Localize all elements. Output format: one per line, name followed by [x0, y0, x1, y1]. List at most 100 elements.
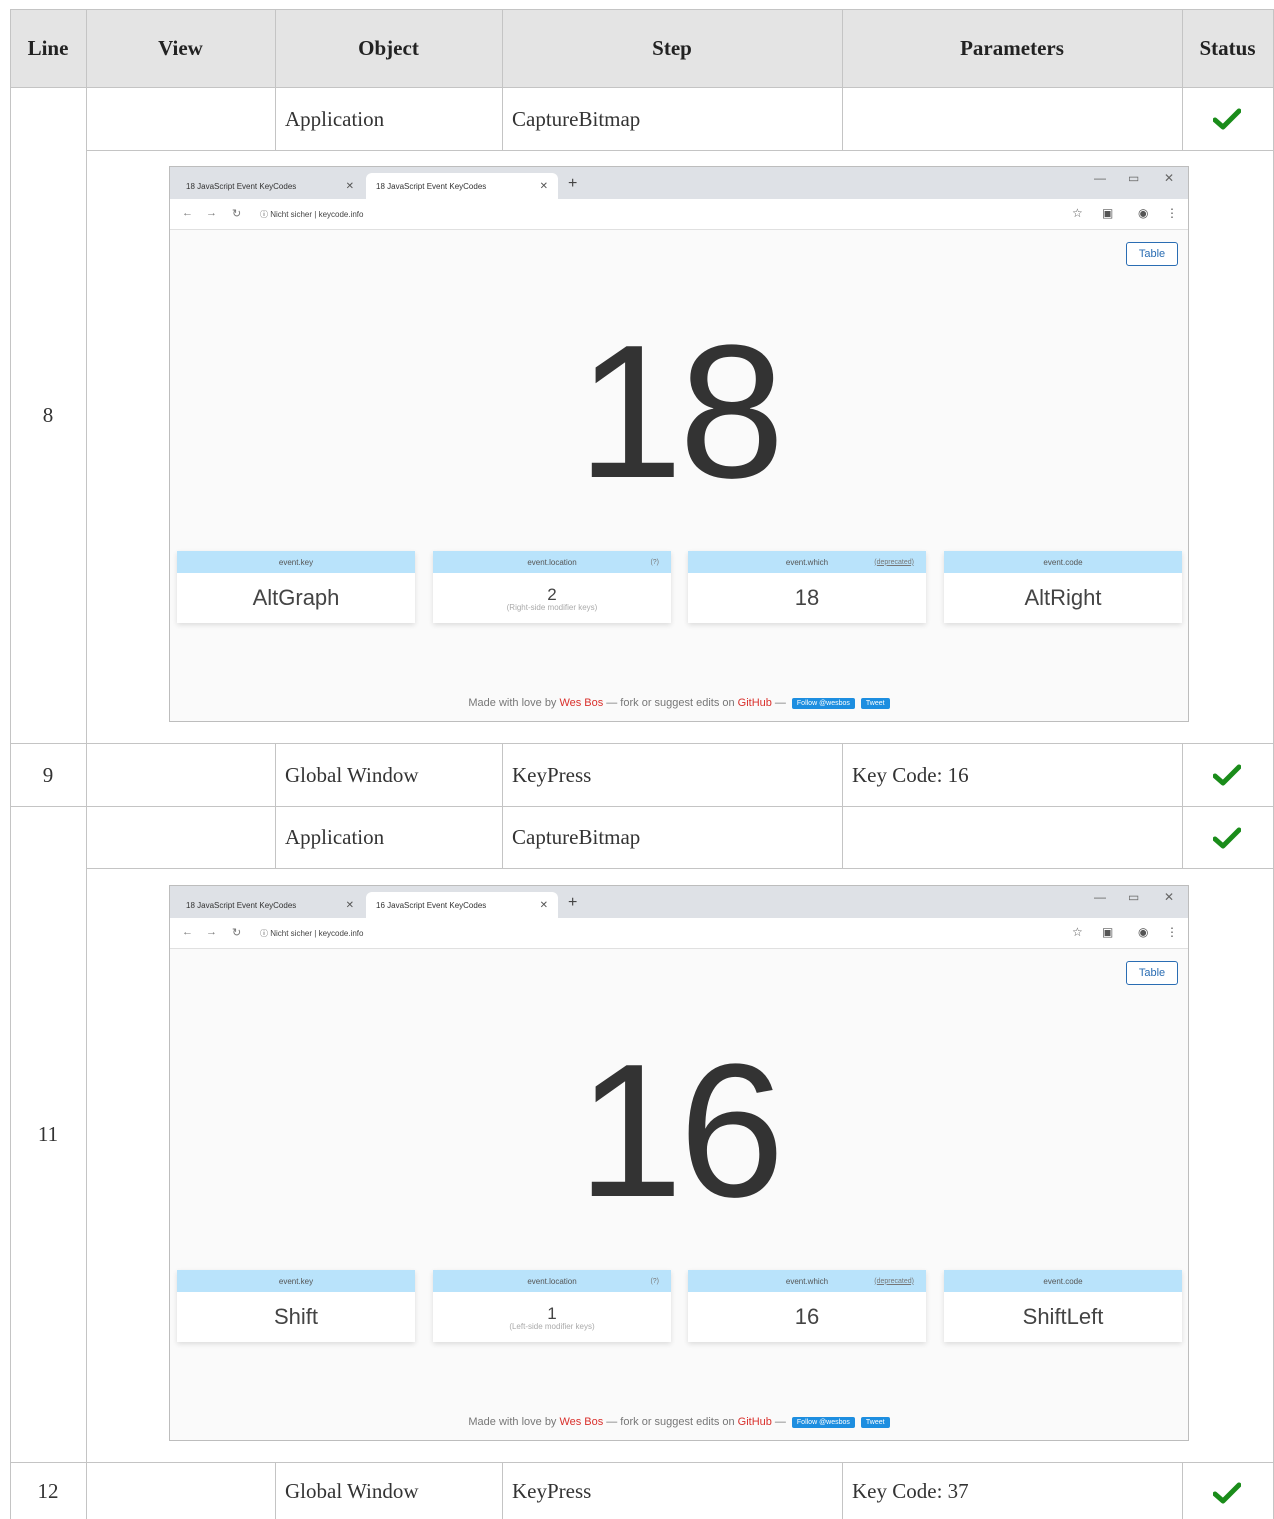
- browser-tab-active[interactable]: 18 JavaScript Event KeyCodes ✕: [366, 173, 558, 199]
- header-view: View: [158, 35, 203, 60]
- restore-icon[interactable]: ▭: [1128, 890, 1139, 904]
- author-link[interactable]: Wes Bos: [559, 697, 603, 709]
- row-parameters: Key Code: 16: [852, 762, 969, 787]
- grid-line: [86, 868, 1273, 869]
- help-link[interactable]: (?): [650, 1278, 659, 1285]
- page-footer: Made with love by Wes Bos — fork or sugg…: [170, 1416, 1188, 1428]
- window-close-icon[interactable]: ✕: [1164, 171, 1174, 185]
- menu-icon[interactable]: ⋮: [1166, 206, 1178, 220]
- extension-icon[interactable]: ▣: [1102, 925, 1113, 939]
- card-header: event.location (?): [433, 551, 671, 573]
- close-icon[interactable]: ✕: [346, 900, 354, 911]
- help-link[interactable]: (?): [650, 559, 659, 566]
- address-bar: ← → ↻ ⓘ Nicht sicher | keycode.info ☆ ▣ …: [170, 199, 1188, 230]
- menu-icon[interactable]: ⋮: [1166, 925, 1178, 939]
- reload-icon[interactable]: ↻: [232, 207, 241, 220]
- card-value: 2: [547, 584, 557, 604]
- card-title: event.location: [527, 557, 577, 567]
- card-title: event.location: [527, 1276, 577, 1286]
- browser-tab[interactable]: 18 JavaScript Event KeyCodes ✕: [176, 173, 364, 199]
- row-object: Application: [285, 106, 385, 131]
- footer-text: Made with love by: [468, 1416, 557, 1428]
- url-prefix: Nicht sicher |: [270, 928, 317, 938]
- url-prefix: Nicht sicher |: [270, 209, 317, 219]
- key-code-display: 18: [577, 306, 784, 518]
- star-icon[interactable]: ☆: [1072, 206, 1083, 220]
- card-value: Shift: [273, 1304, 319, 1329]
- back-icon[interactable]: ←: [182, 926, 193, 938]
- row-object: Global Window: [285, 1478, 419, 1503]
- grid-line: [86, 150, 1273, 151]
- grid-line: [10, 9, 1273, 10]
- row-line-number: 8: [42, 402, 54, 427]
- table-button[interactable]: Table: [1126, 242, 1178, 266]
- grid-line: [86, 9, 87, 1519]
- card-header: event.which (deprecated): [688, 1270, 926, 1292]
- row-step: CaptureBitmap: [512, 106, 641, 131]
- footer-text: — fork or suggest edits on: [606, 697, 735, 709]
- row-step: CaptureBitmap: [512, 825, 641, 849]
- profile-icon[interactable]: ◉: [1138, 925, 1148, 939]
- card-value: 1: [547, 1303, 557, 1323]
- profile-icon[interactable]: ◉: [1138, 206, 1148, 220]
- row-parameters: Key Code: 37: [852, 1478, 969, 1503]
- github-link[interactable]: GitHub: [738, 1416, 772, 1428]
- tab-title: 18 JavaScript Event KeyCodes: [186, 181, 297, 191]
- card-title: event.which: [785, 557, 829, 567]
- footer-text: — fork or suggest edits on: [606, 1416, 735, 1428]
- new-tab-icon[interactable]: +: [568, 894, 577, 912]
- event-key-card: event.key AltGraph: [177, 551, 415, 623]
- tweet-button[interactable]: Tweet: [860, 697, 890, 709]
- page-footer: Made with love by Wes Bos — fork or sugg…: [170, 697, 1188, 709]
- browser-tab[interactable]: 18 JavaScript Event KeyCodes ✕: [176, 892, 364, 918]
- minimize-icon[interactable]: —: [1094, 890, 1106, 904]
- header-step: Step: [652, 35, 692, 60]
- deprecated-link[interactable]: (deprecated): [874, 559, 914, 566]
- captured-bitmap-screenshot: 18 JavaScript Event KeyCodes ✕ 18 JavaScr…: [169, 166, 1189, 722]
- browser-tab-active[interactable]: 16 JavaScript Event KeyCodes ✕: [366, 892, 558, 918]
- card-value: 18: [794, 585, 820, 610]
- card-value: 16: [794, 1304, 820, 1329]
- url-field[interactable]: ⓘ Nicht sicher | keycode.info: [260, 204, 363, 224]
- row-step: KeyPress: [512, 1478, 592, 1503]
- new-tab-icon[interactable]: +: [568, 175, 577, 193]
- url-field[interactable]: ⓘ Nicht sicher | keycode.info: [260, 923, 363, 943]
- check-icon: [1213, 1482, 1241, 1504]
- forward-icon[interactable]: →: [206, 926, 217, 938]
- card-value-wrap: 1 (Left-side modifier keys): [433, 1292, 671, 1342]
- close-icon[interactable]: ✕: [540, 181, 548, 192]
- follow-button[interactable]: Follow @wesbos: [791, 1416, 855, 1428]
- footer-text: —: [774, 1416, 786, 1428]
- captured-bitmap-screenshot: 18 JavaScript Event KeyCodes ✕ 16 JavaScr…: [169, 885, 1189, 1441]
- close-icon[interactable]: ✕: [540, 900, 548, 911]
- close-icon[interactable]: ✕: [346, 181, 354, 192]
- extension-icon[interactable]: ▣: [1102, 206, 1113, 220]
- key-code-display: 16: [577, 1025, 784, 1237]
- reload-icon[interactable]: ↻: [232, 926, 241, 939]
- minimize-icon[interactable]: —: [1094, 171, 1106, 185]
- header-object: Object: [358, 35, 419, 60]
- row-step: KeyPress: [512, 762, 592, 787]
- card-value: AltRight: [1024, 585, 1102, 610]
- tweet-button[interactable]: Tweet: [860, 1416, 890, 1428]
- card-title: event.code: [1043, 557, 1083, 567]
- grid-line: [1182, 743, 1183, 868]
- follow-button[interactable]: Follow @wesbos: [791, 697, 855, 709]
- github-link[interactable]: GitHub: [738, 697, 772, 709]
- window-close-icon[interactable]: ✕: [1164, 890, 1174, 904]
- restore-icon[interactable]: ▭: [1128, 171, 1139, 185]
- browser-tab-bar: 18 JavaScript Event KeyCodes ✕ 18 JavaScr…: [170, 167, 1188, 199]
- back-icon[interactable]: ←: [182, 207, 193, 219]
- star-icon[interactable]: ☆: [1072, 925, 1083, 939]
- tab-title: 18 JavaScript Event KeyCodes: [376, 181, 487, 191]
- forward-icon[interactable]: →: [206, 207, 217, 219]
- table-button[interactable]: Table: [1126, 961, 1178, 985]
- header-status: Status: [1199, 35, 1256, 60]
- card-title: event.which: [785, 1276, 829, 1286]
- row-line-number: 9: [42, 762, 54, 787]
- info-icon: ⓘ: [260, 209, 271, 219]
- card-value: AltGraph: [252, 585, 340, 610]
- author-link[interactable]: Wes Bos: [559, 1416, 603, 1428]
- event-code-card: event.code AltRight: [944, 551, 1182, 623]
- deprecated-link[interactable]: (deprecated): [874, 1278, 914, 1285]
